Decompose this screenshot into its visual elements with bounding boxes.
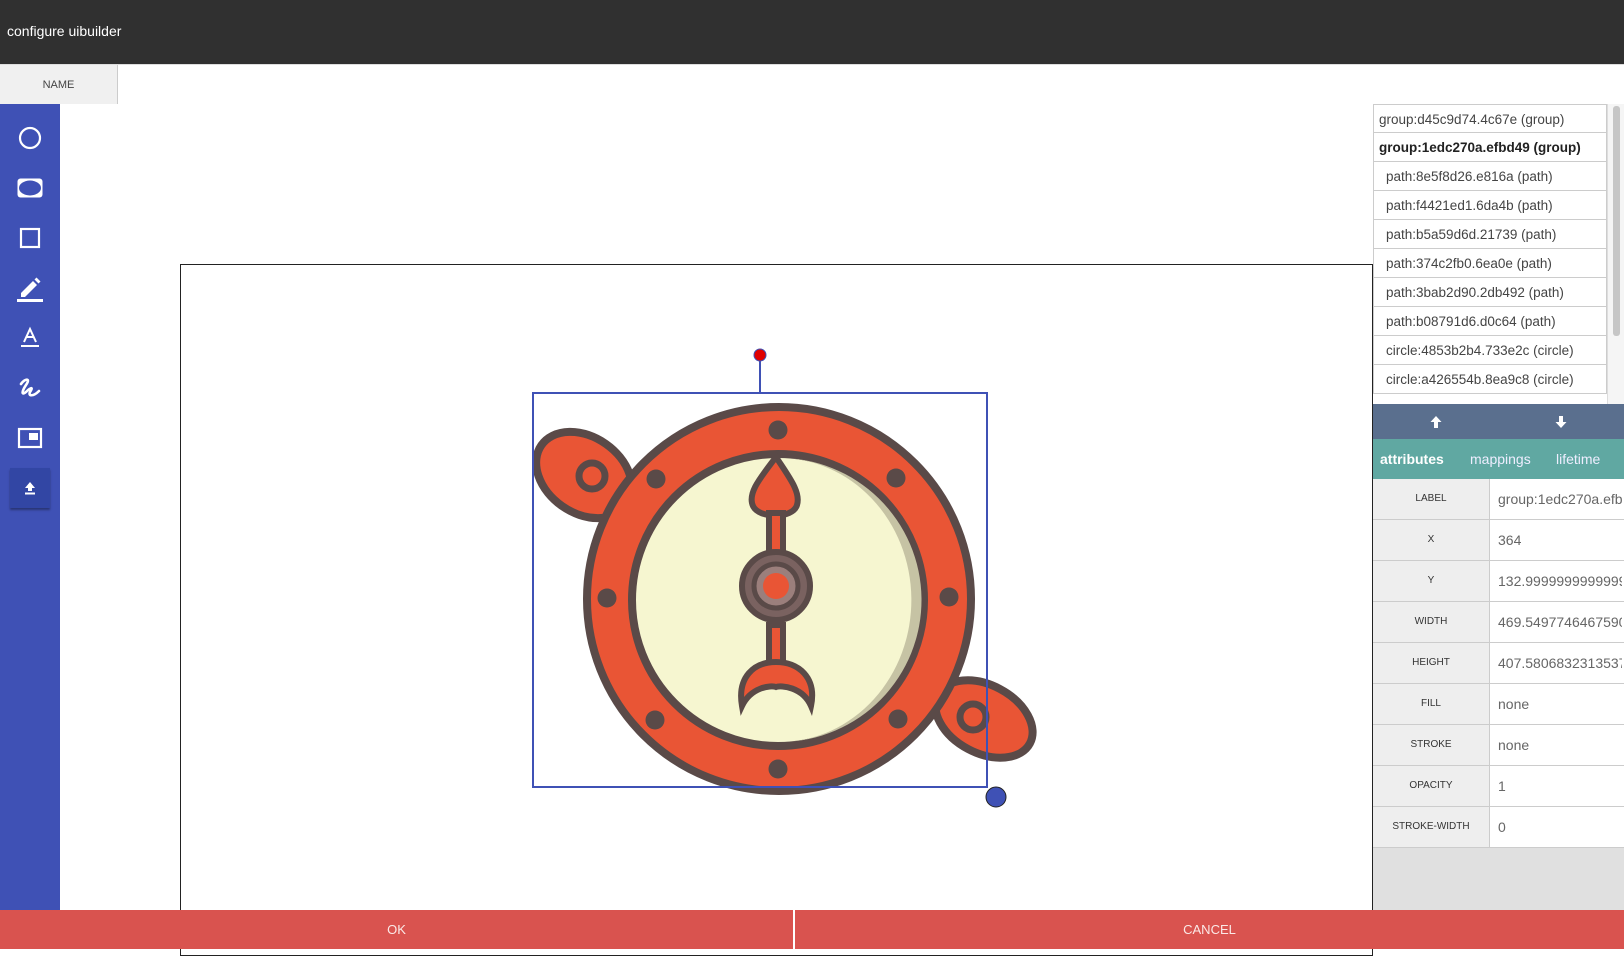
attribute-key: STROKE-WIDTH [1373, 807, 1490, 847]
attribute-row: FILL none [1373, 684, 1624, 725]
name-label: NAME [0, 65, 118, 104]
layer-item[interactable]: path:374c2fb0.6ea0e (path) [1373, 249, 1607, 278]
tab-attributes[interactable]: attributes [1380, 439, 1444, 479]
circle-icon [18, 126, 42, 150]
attributes-table: LABELgroup:1edc270a.efbd49 X364 Y132.999… [1373, 479, 1624, 848]
move-layer-up-button[interactable] [1373, 404, 1498, 439]
layer-item[interactable]: path:f4421ed1.6da4b (path) [1373, 191, 1607, 220]
layer-item[interactable]: path:b08791d6.d0c64 (path) [1373, 307, 1607, 336]
properties-sidebar: group:d45c9d74.4c67e (group) group:1edc2… [1373, 104, 1624, 910]
attribute-key: WIDTH [1373, 602, 1490, 642]
arrow-up-icon [1430, 415, 1441, 428]
action-bar: OK CANCEL [0, 910, 1624, 949]
canvas-svg [520, 348, 1046, 808]
image-icon [17, 427, 43, 449]
layer-item[interactable]: group:d45c9d74.4c67e (group) [1373, 104, 1607, 133]
attribute-row: STROKE-WIDTH 0 [1373, 807, 1624, 848]
attribute-key: HEIGHT [1373, 643, 1490, 683]
tool-palette [0, 104, 60, 910]
attribute-row: LABELgroup:1edc270a.efbd49 [1373, 479, 1624, 520]
ellipse-icon [17, 178, 43, 198]
freehand-tool-button[interactable] [10, 368, 50, 408]
circle-tool-button[interactable] [10, 118, 50, 158]
text-tool-button[interactable] [10, 318, 50, 358]
name-row: NAME [0, 64, 1624, 106]
arrow-down-icon [1555, 415, 1566, 428]
drawing-canvas[interactable] [180, 264, 1373, 956]
attribute-value-field[interactable]: none [1498, 725, 1622, 765]
attribute-value-field[interactable]: group:1edc270a.efbd49 [1498, 479, 1622, 519]
tab-lifetime[interactable]: lifetime [1556, 439, 1600, 479]
rotation-handle[interactable] [753, 348, 767, 362]
tab-mappings[interactable]: mappings [1470, 439, 1531, 479]
rectangle-tool-button[interactable] [10, 218, 50, 258]
layer-item[interactable]: path:3bab2d90.2db492 (path) [1373, 278, 1607, 307]
ellipse-tool-button[interactable] [10, 168, 50, 208]
workspace [60, 104, 1373, 956]
attribute-value-field[interactable]: 1 [1498, 766, 1622, 806]
attribute-key: Y [1373, 561, 1490, 601]
pen-icon [17, 277, 43, 302]
image-tool-button[interactable] [10, 418, 50, 458]
attribute-value-field[interactable]: 407.58068323135376 [1498, 643, 1622, 683]
hub-center [763, 573, 789, 599]
move-layer-down-button[interactable] [1498, 404, 1623, 439]
attribute-key: OPACITY [1373, 766, 1490, 806]
attribute-key: LABEL [1373, 479, 1490, 519]
attribute-row: Y 132.99999999999994 [1373, 561, 1624, 602]
layer-item[interactable]: circle:4853b2b4.733e2c (circle) [1373, 336, 1607, 365]
cancel-button[interactable]: CANCEL [795, 910, 1624, 949]
resize-handle[interactable] [985, 786, 1007, 808]
attribute-value-field[interactable]: none [1498, 684, 1622, 724]
ok-button[interactable]: OK [0, 910, 795, 949]
attribute-key: STROKE [1373, 725, 1490, 765]
attribute-key: FILL [1373, 684, 1490, 724]
layer-item[interactable]: circle:a426554b.8ea9c8 (circle) [1373, 365, 1607, 394]
upload-button[interactable] [10, 468, 50, 508]
gauge-graphic[interactable] [520, 403, 1046, 795]
layer-item[interactable]: path:8e5f8d26.e816a (path) [1373, 162, 1607, 191]
name-input[interactable] [118, 65, 1622, 106]
layer-scrollbar[interactable] [1607, 104, 1624, 404]
attribute-row: HEIGHT 407.58068323135376 [1373, 643, 1624, 684]
layer-scrollbar-thumb[interactable] [1613, 106, 1620, 336]
upload-icon [25, 482, 35, 495]
rectangle-icon [19, 227, 41, 249]
layer-item-selected[interactable]: group:1edc270a.efbd49 (group) [1373, 133, 1607, 162]
attribute-value-field[interactable]: 0 [1498, 807, 1622, 847]
layer-order-controls [1373, 404, 1624, 439]
dialog-title: configure uibuilder [7, 23, 122, 39]
attribute-row: STROKE none [1373, 725, 1624, 766]
text-icon [21, 326, 39, 347]
attribute-value-field[interactable]: 469.54977464675903 [1498, 602, 1622, 642]
attribute-key: X [1373, 520, 1490, 560]
attribute-value-field[interactable]: 132.99999999999994 [1498, 561, 1622, 601]
freehand-icon [19, 378, 41, 397]
pen-tool-button[interactable] [10, 268, 50, 308]
property-tabs: attributes mappings lifetime [1373, 439, 1624, 479]
layer-list: group:d45c9d74.4c67e (group) group:1edc2… [1373, 104, 1607, 404]
attribute-row: OPACITY 1 [1373, 766, 1624, 807]
layer-item[interactable]: path:b5a59d6d.21739 (path) [1373, 220, 1607, 249]
attribute-row: X 364 [1373, 520, 1624, 561]
attribute-value-field[interactable]: 364 [1498, 520, 1622, 560]
title-bar: configure uibuilder [0, 0, 1624, 64]
attribute-row: WIDTH 469.54977464675903 [1373, 602, 1624, 643]
